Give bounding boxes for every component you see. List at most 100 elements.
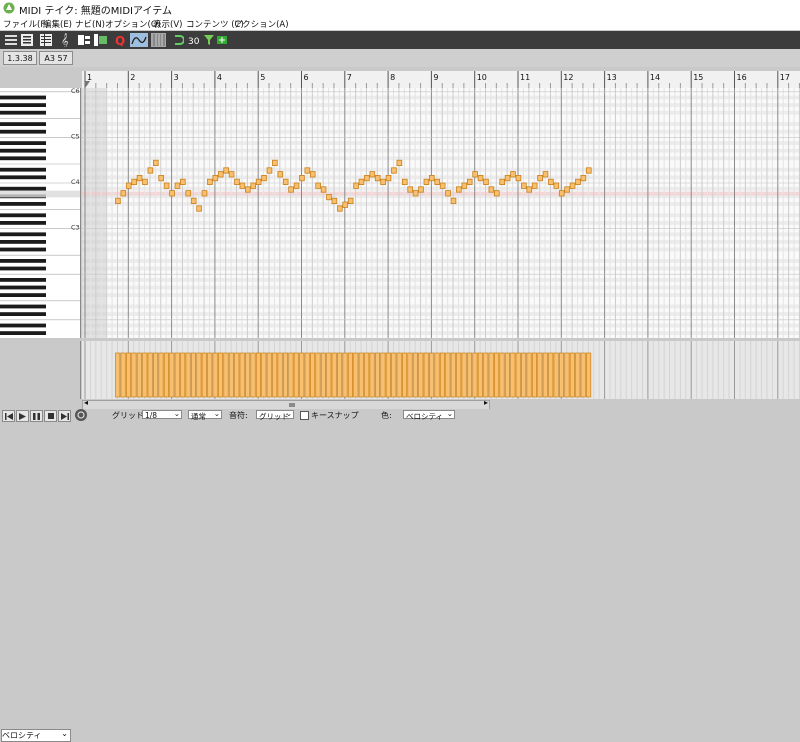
velocity-bar[interactable] xyxy=(196,352,202,398)
velocity-bar[interactable] xyxy=(120,352,126,398)
midi-note[interactable] xyxy=(364,175,370,182)
black-key[interactable] xyxy=(0,186,46,191)
black-key[interactable] xyxy=(0,259,46,263)
record-button[interactable] xyxy=(75,409,87,421)
velocity-bar[interactable] xyxy=(326,352,332,398)
midi-note[interactable] xyxy=(434,178,441,185)
velocity-bar[interactable] xyxy=(380,352,386,398)
midi-note[interactable] xyxy=(407,186,413,193)
black-key[interactable] xyxy=(0,285,46,290)
velocity-bar[interactable] xyxy=(499,352,505,398)
scrollbar-thumb[interactable] xyxy=(289,403,295,407)
velocity-bar[interactable] xyxy=(272,352,278,398)
velocity-bar[interactable] xyxy=(342,352,348,398)
forward-button[interactable] xyxy=(58,410,71,422)
grid-select[interactable]: 1/8 ⌄ xyxy=(142,409,182,420)
black-key[interactable] xyxy=(0,95,46,100)
midi-note[interactable] xyxy=(185,190,192,197)
play-button[interactable] xyxy=(16,410,29,422)
velocity-bar[interactable] xyxy=(569,352,575,398)
velocity-bar[interactable] xyxy=(369,352,375,398)
midi-note[interactable] xyxy=(488,186,495,193)
velocity-bar[interactable] xyxy=(174,352,180,398)
pause-button[interactable] xyxy=(30,410,43,422)
midi-note[interactable] xyxy=(223,167,229,174)
velocity-bar[interactable] xyxy=(374,352,381,398)
midi-note[interactable] xyxy=(537,175,543,182)
black-key[interactable] xyxy=(0,266,46,271)
midi-note[interactable] xyxy=(585,167,592,174)
velocity-bar[interactable] xyxy=(564,352,570,398)
velocity-bar[interactable] xyxy=(163,352,169,398)
midi-note[interactable] xyxy=(429,175,435,182)
velocity-bar[interactable] xyxy=(494,352,500,398)
black-key[interactable] xyxy=(0,278,46,282)
midi-note[interactable] xyxy=(374,175,381,182)
black-key[interactable] xyxy=(0,312,46,316)
midi-note[interactable] xyxy=(266,167,273,174)
midi-note[interactable] xyxy=(125,182,132,189)
midi-note[interactable] xyxy=(580,175,587,182)
menu-view[interactable]: 表示(V) xyxy=(153,18,182,30)
velocity-bar[interactable] xyxy=(180,352,186,398)
midi-note[interactable] xyxy=(439,182,446,189)
velocity-bar[interactable] xyxy=(358,352,364,398)
midi-note[interactable] xyxy=(548,178,554,185)
midi-note[interactable] xyxy=(239,182,246,189)
midi-note[interactable] xyxy=(337,205,343,212)
velocity-bar[interactable] xyxy=(391,352,397,398)
midi-note[interactable] xyxy=(309,171,316,178)
velocity-bar[interactable] xyxy=(521,352,527,398)
midi-note[interactable] xyxy=(180,178,186,185)
midi-note[interactable] xyxy=(255,178,262,185)
midi-note[interactable] xyxy=(510,171,516,178)
velocity-bar[interactable] xyxy=(412,352,418,398)
midi-note[interactable] xyxy=(347,197,354,204)
velocity-bar[interactable] xyxy=(553,352,559,398)
velocity-bar[interactable] xyxy=(304,352,310,398)
grid-mode-select[interactable]: 通常 ⌄ xyxy=(188,409,222,421)
velocity-bar[interactable] xyxy=(234,352,240,398)
midi-note[interactable] xyxy=(293,182,300,189)
velocity-bar[interactable] xyxy=(212,352,218,398)
black-key[interactable] xyxy=(0,103,46,107)
highlighted-key[interactable] xyxy=(0,190,80,198)
black-key[interactable] xyxy=(0,110,46,115)
event-list-mode-icon[interactable] xyxy=(38,33,53,47)
midi-note[interactable] xyxy=(515,175,522,182)
velocity-bar[interactable] xyxy=(575,352,581,398)
midi-note[interactable] xyxy=(326,194,332,201)
velocity-bar[interactable] xyxy=(347,352,353,398)
midi-note[interactable] xyxy=(201,190,208,197)
midi-note[interactable] xyxy=(217,171,224,178)
named-notes-mode-icon[interactable] xyxy=(19,33,34,47)
midi-note[interactable] xyxy=(234,178,240,185)
midi-note[interactable] xyxy=(423,178,430,185)
velocity-bar[interactable] xyxy=(136,352,142,398)
velocity-bar[interactable] xyxy=(158,352,164,398)
midi-note[interactable] xyxy=(531,182,538,189)
velocity-bar[interactable] xyxy=(239,352,245,398)
midi-note[interactable] xyxy=(152,159,159,166)
midi-note[interactable] xyxy=(499,178,506,185)
midi-note[interactable] xyxy=(521,182,527,189)
snap-grid-icon[interactable] xyxy=(130,33,148,47)
velocity-bar[interactable] xyxy=(288,352,294,398)
black-key[interactable] xyxy=(0,323,46,328)
velocity-bar[interactable] xyxy=(445,352,451,398)
velocity-bar[interactable] xyxy=(423,352,429,398)
velocity-bar[interactable] xyxy=(586,352,592,398)
black-key[interactable] xyxy=(0,167,46,172)
midi-note[interactable] xyxy=(380,178,386,185)
velocity-bar[interactable] xyxy=(450,352,456,398)
velocity-bar[interactable] xyxy=(537,352,543,398)
midi-note[interactable] xyxy=(569,182,576,189)
black-key[interactable] xyxy=(0,141,46,145)
black-key[interactable] xyxy=(0,156,46,161)
midi-note[interactable] xyxy=(228,171,235,178)
velocity-bar[interactable] xyxy=(250,352,256,398)
midi-note[interactable] xyxy=(250,182,257,189)
velocity-bar[interactable] xyxy=(169,352,175,398)
color-select[interactable]: ベロシティ ⌄ xyxy=(403,409,455,421)
velocity-bar[interactable] xyxy=(364,352,370,398)
